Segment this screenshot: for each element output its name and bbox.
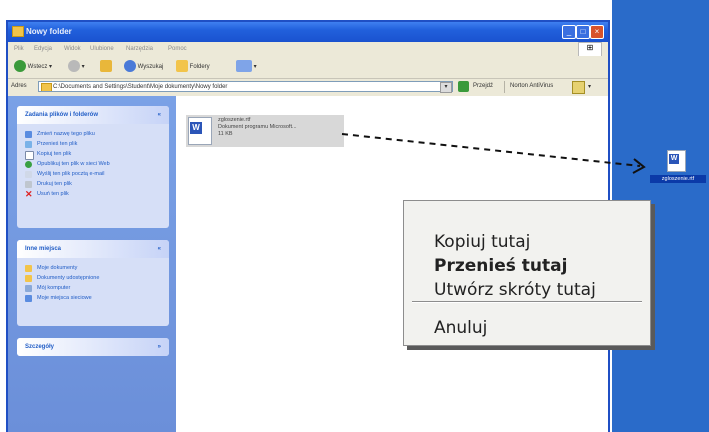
desktop-file-label: zgloszenie.rtf [650, 175, 706, 183]
context-menu: Kopiuj tutaj Przenieś tutaj Utwórz skrót… [403, 200, 651, 346]
rtf-document-icon: W [667, 150, 686, 172]
drag-dashed-line [341, 133, 641, 167]
menu-cancel[interactable]: Anuluj [404, 313, 650, 343]
menu-separator [412, 301, 642, 303]
desktop-file-icon[interactable]: W zgloszenie.rtf [650, 150, 706, 190]
